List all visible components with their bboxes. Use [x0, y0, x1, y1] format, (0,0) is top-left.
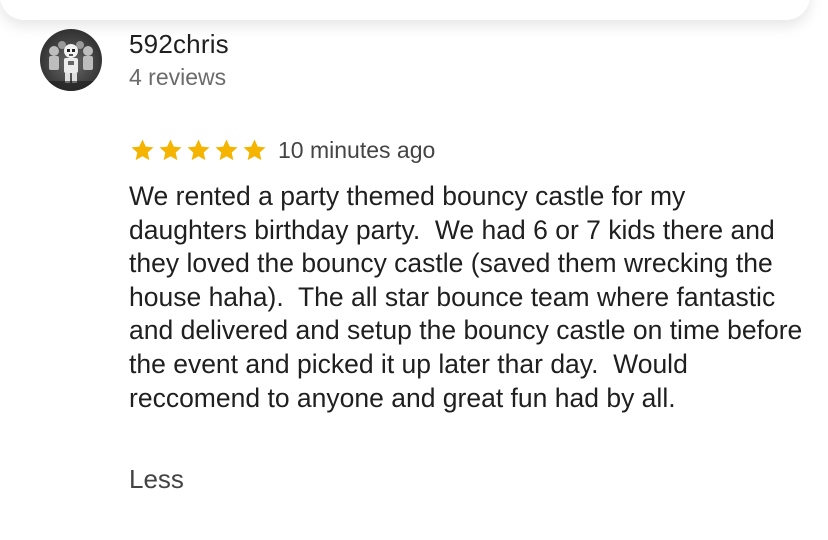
review-timestamp: 10 minutes ago [278, 136, 436, 163]
star-rating [129, 137, 268, 164]
less-button[interactable]: Less [129, 464, 184, 495]
star-icon [131, 138, 154, 160]
star-icon [159, 138, 182, 160]
star-icon [243, 138, 266, 160]
review-count: 4 reviews [129, 64, 227, 90]
rating-row: 10 minutes ago [129, 135, 435, 165]
avatar[interactable] [40, 29, 102, 91]
stormtrooper-avatar-icon [40, 41, 102, 91]
star-icon [187, 138, 210, 160]
author-name[interactable]: 592chris [129, 29, 229, 60]
review-card: 592chris 4 reviews 10 minutes ago We ren… [0, 0, 828, 540]
review-body: We rented a party themed bouncy castle f… [129, 181, 810, 413]
previous-card-edge [0, 0, 810, 20]
star-icon [215, 138, 238, 160]
